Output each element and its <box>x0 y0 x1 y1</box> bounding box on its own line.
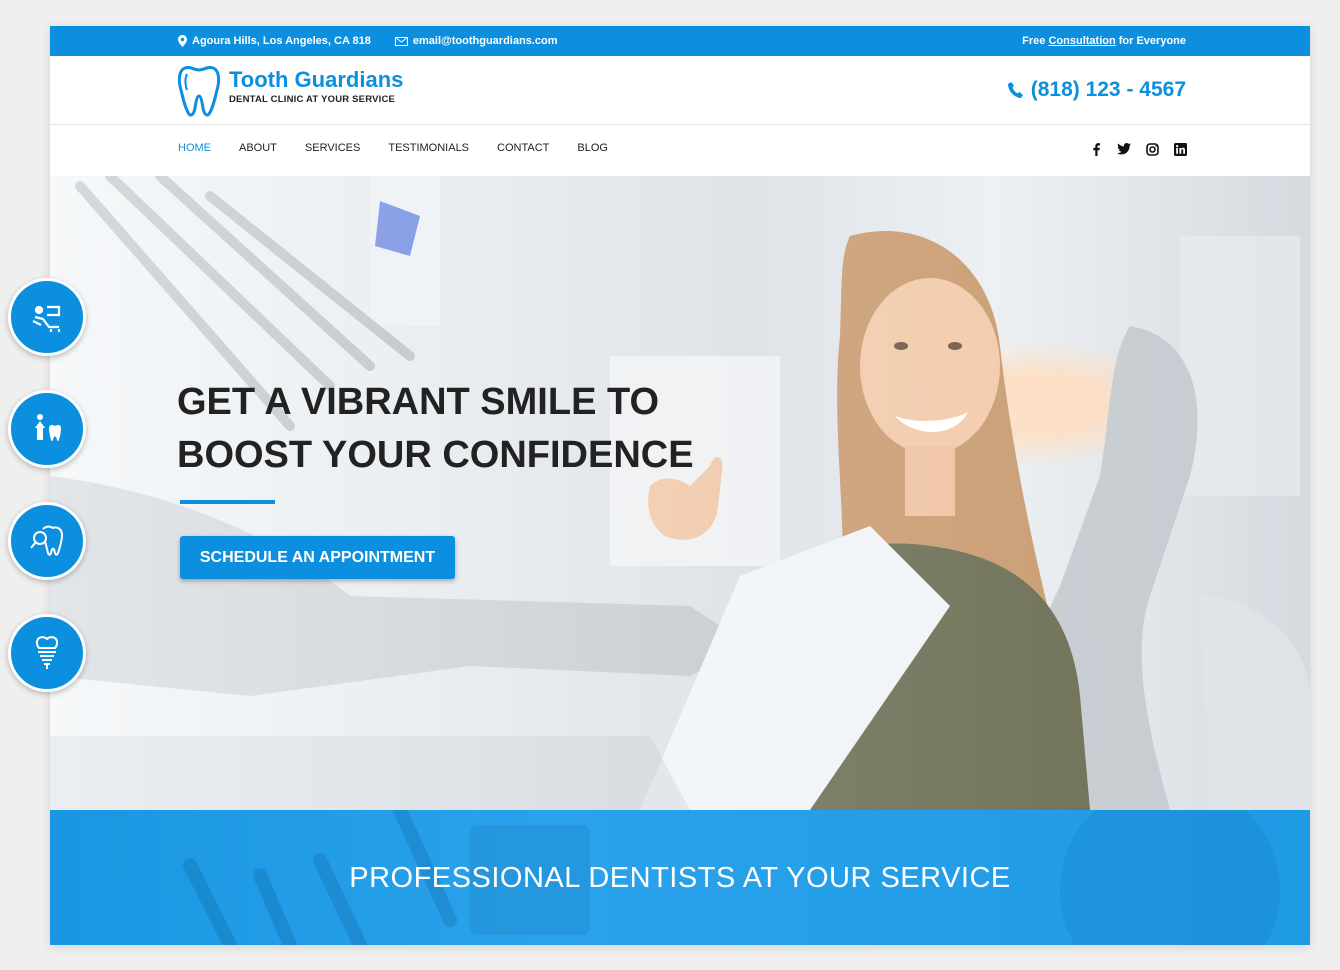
hero-title-line1: GET A VIBRANT SMILE TO <box>177 381 660 423</box>
tooth-logo-icon <box>177 65 221 117</box>
nav-item-blog[interactable]: BLOG <box>577 142 608 154</box>
dental-implant-button[interactable] <box>8 614 86 692</box>
facebook-icon[interactable] <box>1088 141 1104 157</box>
hero-section: GET A VIBRANT SMILE TO BOOST YOUR CONFID… <box>50 176 1310 810</box>
schedule-appointment-button[interactable]: SCHEDULE AN APPOINTMENT <box>180 536 455 579</box>
nav-item-home[interactable]: HOME <box>178 142 211 154</box>
linkedin-icon[interactable] <box>1172 141 1188 157</box>
logo[interactable]: Tooth Guardians DENTAL CLINIC AT YOUR SE… <box>177 64 403 118</box>
nav-item-testimonials[interactable]: TESTIMONIALS <box>388 142 469 154</box>
top-bar: Agoura Hills, Los Angeles, CA 818 email@… <box>50 26 1310 56</box>
dental-chair-button[interactable] <box>8 278 86 356</box>
brand-name: Tooth Guardians <box>229 67 404 92</box>
tooth-care-icon <box>30 525 64 556</box>
brand-tagline: DENTAL CLINIC AT YOUR SERVICE <box>229 94 396 105</box>
band-title: PROFESSIONAL DENTISTS AT YOUR SERVICE <box>349 862 1011 894</box>
hero-overlay <box>50 176 1310 810</box>
family-tooth-icon <box>35 414 61 442</box>
hero-title-line2: BOOST YOUR CONFIDENCE <box>177 434 694 476</box>
site-header: Tooth Guardians DENTAL CLINIC AT YOUR SE… <box>50 56 1310 125</box>
email[interactable]: email@toothguardians.com <box>394 35 558 47</box>
location-pin-icon <box>178 35 187 47</box>
dental-implant-icon <box>35 636 59 669</box>
services-band: PROFESSIONAL DENTISTS AT YOUR SERVICE <box>50 810 1310 945</box>
twitter-icon[interactable] <box>1116 141 1132 157</box>
page-frame: Agoura Hills, Los Angeles, CA 818 email@… <box>50 26 1310 945</box>
phone[interactable]: (818) 123 - 4567 <box>1007 78 1186 102</box>
hero-title: GET A VIBRANT SMILE TO BOOST YOUR CONFID… <box>177 376 777 482</box>
nav-item-contact[interactable]: CONTACT <box>497 142 549 154</box>
consultation-link[interactable]: Consultation <box>1048 35 1115 47</box>
address-text: Agoura Hills, Los Angeles, CA 818 <box>192 35 371 47</box>
phone-number[interactable]: (818) 123 - 4567 <box>1031 78 1186 102</box>
instagram-icon[interactable] <box>1144 141 1160 157</box>
phone-icon <box>1007 82 1023 98</box>
nav-item-services[interactable]: SERVICES <box>305 142 360 154</box>
tooth-care-button[interactable] <box>8 502 86 580</box>
envelope-icon <box>394 36 408 46</box>
dental-chair-icon <box>32 305 61 332</box>
hero-divider <box>180 500 275 504</box>
address: Agoura Hills, Los Angeles, CA 818 <box>178 35 371 47</box>
family-dentistry-button[interactable] <box>8 390 86 468</box>
promo: Free Consultation for Everyone <box>1022 35 1186 47</box>
promo-suffix: for Everyone <box>1118 35 1186 47</box>
nav-item-about[interactable]: ABOUT <box>239 142 277 154</box>
main-nav: HOME ABOUT SERVICES TESTIMONIALS CONTACT… <box>50 125 1310 175</box>
social-links <box>1088 141 1188 157</box>
email-link[interactable]: email@toothguardians.com <box>413 35 558 47</box>
promo-prefix: Free <box>1022 35 1046 47</box>
